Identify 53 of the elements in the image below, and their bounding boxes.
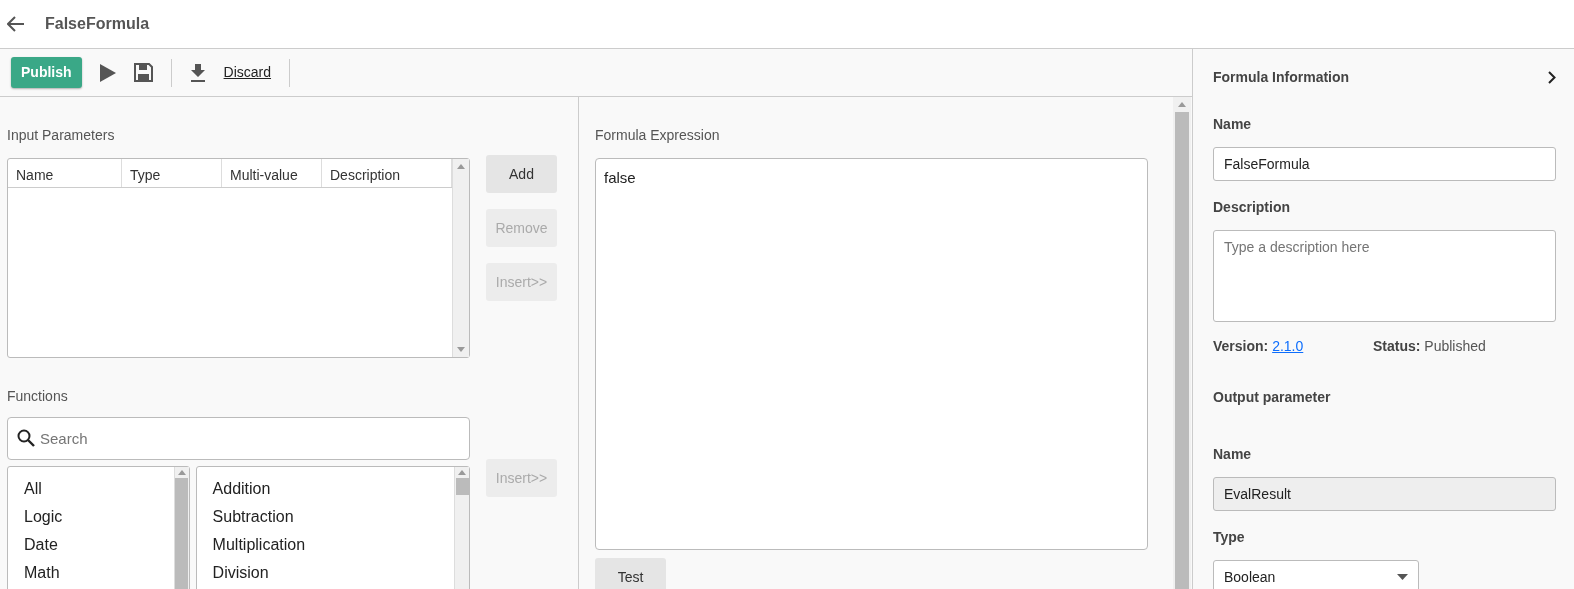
test-button[interactable]: Test	[595, 558, 666, 589]
panel-title: Formula Information	[1213, 68, 1350, 87]
scrollbar[interactable]	[173, 467, 189, 589]
formula-editor[interactable]: false	[595, 158, 1148, 550]
type-dropdown[interactable]: Boolean	[1213, 560, 1419, 589]
function-item[interactable]: Subtraction	[212, 503, 438, 531]
scroll-thumb[interactable]	[455, 478, 469, 495]
status-label: Status:	[1373, 338, 1421, 354]
page-title: FalseFormula	[45, 14, 150, 34]
category-item[interactable]: All	[24, 475, 158, 503]
field-label: Description	[1213, 198, 1291, 217]
scroll-thumb[interactable]	[1175, 112, 1189, 589]
field-label: Name	[1213, 445, 1253, 464]
section-label: Input Parameters	[7, 126, 116, 145]
scroll-up-icon[interactable]	[458, 470, 466, 475]
scrollbar[interactable]	[1173, 97, 1191, 589]
category-item[interactable]: Math	[24, 559, 158, 587]
output-name-field: EvalResult	[1213, 477, 1556, 511]
save-icon[interactable]	[133, 63, 153, 82]
scroll-down-icon[interactable]	[457, 347, 465, 352]
scroll-up-icon[interactable]	[177, 470, 186, 475]
function-item[interactable]: Division	[212, 559, 438, 587]
function-item[interactable]: Multiplication	[212, 531, 438, 559]
description-field[interactable]: Type a description here	[1213, 230, 1556, 322]
play-icon[interactable]	[99, 63, 116, 82]
field-label: Name	[1213, 115, 1253, 134]
search-field[interactable]: Search	[7, 417, 470, 460]
section-label: Formula Expression	[595, 126, 721, 145]
chevron-right-icon[interactable]	[1548, 71, 1556, 84]
version-link[interactable]: 2.1.0	[1272, 338, 1304, 354]
name-field[interactable]: FalseFormula	[1213, 147, 1556, 181]
scroll-thumb[interactable]	[175, 478, 189, 589]
discard-link[interactable]: Discard	[223, 62, 272, 83]
section-label: Functions	[7, 387, 69, 406]
caret-icon	[1397, 574, 1408, 580]
section-title: Output parameter	[1213, 388, 1332, 407]
function-item[interactable]: Addition	[212, 475, 438, 503]
column-header[interactable]: Name	[8, 159, 122, 187]
version-label: Version:	[1213, 338, 1269, 354]
scrollbar[interactable]	[452, 159, 469, 357]
scroll-up-icon[interactable]	[1178, 102, 1186, 107]
status-value: Published	[1424, 338, 1486, 354]
search-icon	[17, 429, 35, 447]
scrollbar[interactable]	[454, 467, 469, 589]
download-icon[interactable]	[189, 63, 206, 82]
back-icon[interactable]	[7, 16, 25, 32]
category-item[interactable]: Date	[24, 531, 158, 559]
column-header[interactable]: Type	[122, 159, 222, 187]
column-header[interactable]: Multi-value	[222, 159, 322, 187]
field-label: Type	[1213, 528, 1246, 547]
scroll-up-icon[interactable]	[457, 164, 465, 169]
action-button[interactable]: Add	[486, 155, 557, 193]
category-item[interactable]: Logic	[24, 503, 158, 531]
